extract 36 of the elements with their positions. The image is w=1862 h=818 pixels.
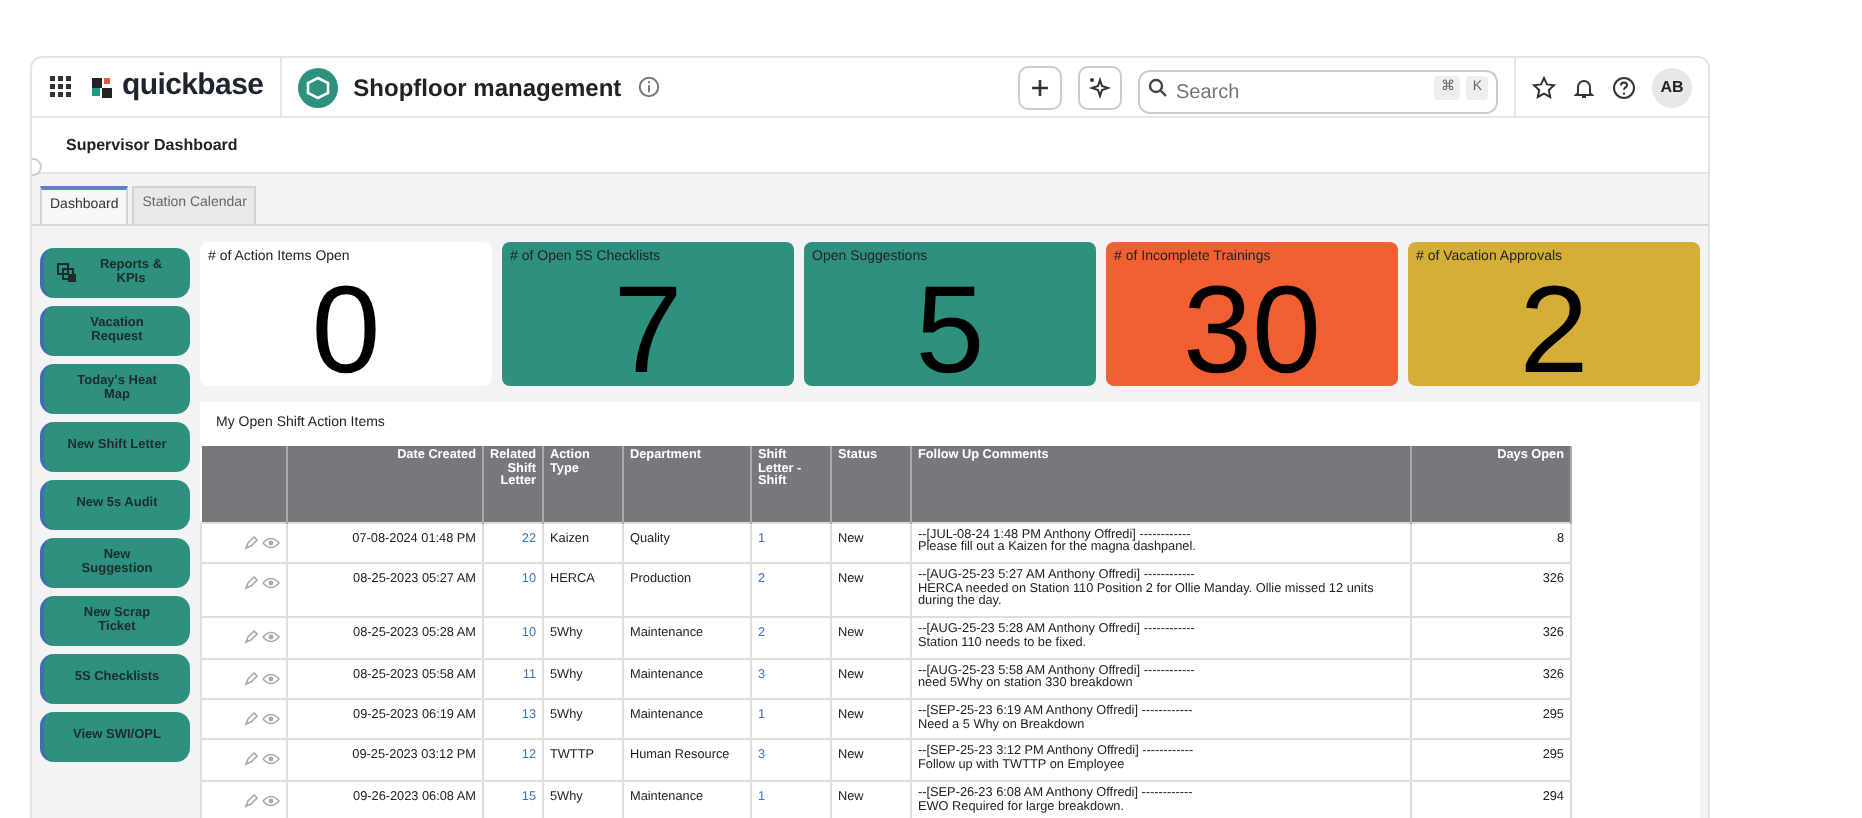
bell-icon[interactable]: [1572, 75, 1596, 99]
logo-icon: [90, 75, 114, 99]
search-icon: [1148, 77, 1168, 97]
reports-icon: [56, 261, 78, 283]
pencil-icon[interactable]: [244, 535, 258, 549]
pencil-icon[interactable]: [244, 752, 258, 767]
app-title: Shopfloor management: [353, 71, 622, 105]
star-icon[interactable]: [1532, 75, 1556, 99]
add-button[interactable]: [1018, 65, 1062, 109]
eye-icon[interactable]: [262, 575, 280, 590]
user-avatar[interactable]: AB: [1652, 67, 1692, 107]
eye-icon[interactable]: [262, 630, 280, 645]
page-title: Supervisor Dashboard: [32, 118, 1708, 174]
pencil-icon[interactable]: [244, 671, 258, 686]
pencil-icon[interactable]: [244, 630, 258, 645]
tile-value: 5: [915, 268, 987, 396]
eye-icon[interactable]: [262, 752, 280, 767]
pencil-icon[interactable]: [244, 793, 258, 808]
eye-icon[interactable]: [262, 793, 280, 808]
apps-menu-icon[interactable]: [48, 74, 74, 100]
eye-icon[interactable]: [262, 671, 280, 686]
logo-text: quickbase: [122, 66, 264, 107]
pencil-icon[interactable]: [244, 711, 258, 726]
tile-value: 30: [1183, 268, 1323, 396]
tile-value: 7: [611, 268, 685, 396]
sparkle-icon: [1088, 75, 1112, 99]
ai-button[interactable]: [1078, 65, 1122, 109]
eye-icon[interactable]: [262, 535, 280, 549]
info-icon: [637, 76, 660, 98]
tile-value: 2: [1519, 268, 1591, 396]
help-icon[interactable]: [1612, 75, 1636, 99]
tile-value: 0: [309, 268, 383, 396]
app-icon: [297, 67, 338, 107]
eye-icon[interactable]: [262, 711, 280, 726]
pencil-icon[interactable]: [244, 575, 258, 590]
plus-icon: [1030, 77, 1050, 97]
